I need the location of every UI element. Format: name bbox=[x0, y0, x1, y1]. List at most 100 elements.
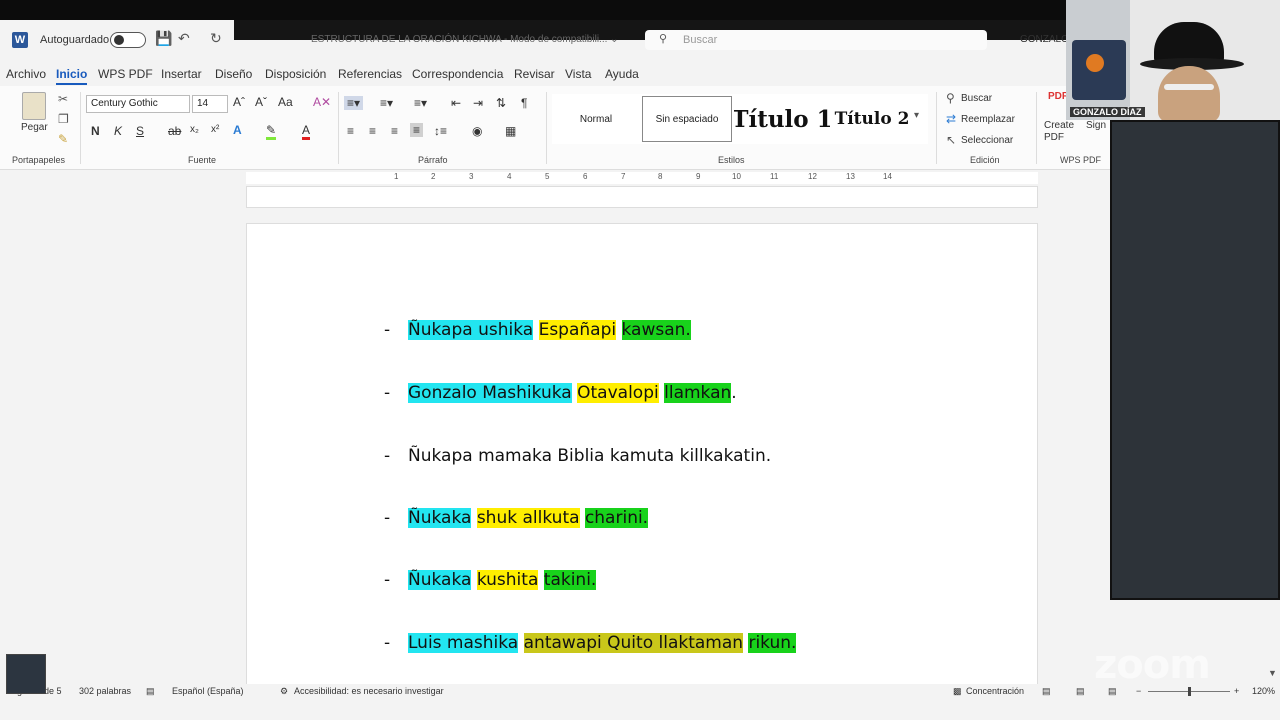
tab-archivo[interactable]: Archivo bbox=[6, 67, 46, 81]
clear-format-icon[interactable]: A✕ bbox=[313, 95, 331, 109]
tab-wps-pdf[interactable]: WPS PDF bbox=[98, 67, 153, 81]
replace-icon[interactable]: ⇄ bbox=[946, 112, 956, 126]
cut-icon[interactable]: ✂ bbox=[58, 92, 68, 106]
zoom-camera-tile[interactable]: GONZALO DÍAZ bbox=[1066, 0, 1280, 120]
vertical-ruler[interactable] bbox=[4, 186, 16, 684]
styles-scroll-icon[interactable]: ▾ bbox=[914, 110, 919, 121]
style-titulo-2[interactable]: Título 2 bbox=[832, 96, 912, 142]
bullet-text[interactable]: Ñukaka shuk allkuta charini. bbox=[408, 508, 649, 528]
create-pdf-button[interactable]: Create PDF bbox=[1044, 120, 1078, 144]
tab-referencias[interactable]: Referencias bbox=[338, 67, 402, 81]
style-normal[interactable]: Normal bbox=[552, 96, 640, 142]
select-icon[interactable]: ↖ bbox=[946, 133, 956, 147]
text-segment: Españapi bbox=[538, 320, 617, 340]
underline-button[interactable]: S bbox=[136, 124, 144, 138]
read-mode-icon[interactable]: ▤ bbox=[1042, 686, 1051, 697]
save-icon[interactable]: 💾 bbox=[155, 30, 172, 47]
grow-font-icon[interactable]: Aˆ bbox=[233, 95, 245, 109]
accessibility-status[interactable]: Accesibilidad: es necesario investigar bbox=[294, 686, 444, 696]
tab-insertar[interactable]: Insertar bbox=[161, 67, 202, 81]
tab-inicio[interactable]: Inicio bbox=[56, 67, 88, 85]
ribbon: Pegar ✂ ❐ ✎ Portapapeles Century Gothic … bbox=[0, 86, 1110, 170]
bullet-text[interactable]: Ñukaka kushita takini. bbox=[408, 570, 597, 590]
zoom-video-panel[interactable] bbox=[1110, 120, 1280, 600]
accessibility-icon[interactable]: ⚙ bbox=[280, 686, 288, 697]
replace-button[interactable]: Reemplazar bbox=[961, 114, 1015, 125]
font-color-icon[interactable]: A bbox=[302, 123, 311, 140]
pdf-icon[interactable]: PDF bbox=[1048, 91, 1068, 102]
zoom-in-icon[interactable]: + bbox=[1234, 686, 1239, 696]
shrink-font-icon[interactable]: Aˇ bbox=[255, 95, 267, 109]
sort-icon[interactable]: ⇅ bbox=[496, 96, 506, 110]
document-area[interactable]: - Ñukapa ushika Españapi kawsan. - Gonzalo … bbox=[0, 186, 1110, 693]
text-effects-icon[interactable]: A bbox=[233, 123, 242, 137]
tab-vista[interactable]: Vista bbox=[565, 67, 591, 81]
bold-button[interactable]: N bbox=[91, 124, 100, 138]
previous-page-bottom[interactable] bbox=[246, 186, 1038, 208]
separator bbox=[1036, 92, 1037, 164]
document-title: ESTRUCTURA DE LA ORACIÓN KICHWA - Modo d… bbox=[311, 34, 619, 45]
select-button[interactable]: Seleccionar bbox=[961, 135, 1013, 146]
style-titulo-1[interactable]: Título 1 bbox=[734, 96, 830, 142]
bullet-text[interactable]: Gonzalo Mashikuka Otavalopi llamkan. bbox=[408, 383, 737, 403]
zoom-slider-thumb[interactable] bbox=[1188, 687, 1191, 696]
align-center-icon[interactable]: ≡ bbox=[369, 124, 376, 138]
document-page[interactable]: - Ñukapa ushika Españapi kawsan. - Gonzalo … bbox=[246, 223, 1038, 693]
borders-icon[interactable]: ▦ bbox=[505, 124, 516, 138]
search-box[interactable]: ⚲ Buscar bbox=[645, 30, 987, 50]
sign-button[interactable]: Sign bbox=[1086, 120, 1106, 131]
copy-icon[interactable]: ❐ bbox=[58, 112, 69, 126]
redo-icon[interactable]: ↻ bbox=[210, 30, 222, 47]
language[interactable]: Español (España) bbox=[172, 686, 244, 696]
bullet-text[interactable]: Luis mashika antawapi Quito llaktaman ri… bbox=[408, 633, 797, 653]
undo-icon[interactable]: ↶ bbox=[178, 30, 190, 47]
group-label-edicion: Edición bbox=[970, 155, 1000, 165]
paste-icon[interactable] bbox=[22, 92, 46, 120]
superscript-icon[interactable]: x² bbox=[211, 124, 219, 135]
strikethrough-icon[interactable]: ab bbox=[168, 124, 181, 138]
focus-icon[interactable]: ▩ bbox=[953, 686, 962, 697]
word-count[interactable]: 302 palabras bbox=[79, 686, 131, 696]
font-name-select[interactable]: Century Gothic bbox=[86, 95, 190, 113]
tab-ayuda[interactable]: Ayuda bbox=[605, 67, 639, 81]
numbering-icon[interactable]: ≡▾ bbox=[380, 96, 393, 110]
bullet-text[interactable]: Ñukapa ushika Españapi kawsan. bbox=[408, 320, 691, 340]
print-layout-icon[interactable]: ▤ bbox=[1076, 686, 1085, 697]
user-name[interactable]: GONZALO bbox=[1020, 34, 1069, 45]
show-marks-icon[interactable]: ¶ bbox=[521, 96, 527, 110]
multilevel-list-icon[interactable]: ≡▾ bbox=[414, 96, 427, 110]
increase-indent-icon[interactable]: ⇥ bbox=[473, 96, 483, 110]
bullets-icon[interactable]: ≡▾ bbox=[344, 96, 364, 110]
tab-disposicion[interactable]: Disposición bbox=[265, 67, 326, 81]
focus-mode[interactable]: Concentración bbox=[966, 686, 1024, 696]
scroll-down-icon[interactable]: ▼ bbox=[1268, 668, 1277, 678]
italic-button[interactable]: K bbox=[114, 124, 122, 138]
tab-revisar[interactable]: Revisar bbox=[514, 67, 555, 81]
subscript-icon[interactable]: x₂ bbox=[190, 124, 199, 135]
bullet-text[interactable]: Ñukapa mamaka Biblia kamuta killkakatin. bbox=[408, 446, 771, 466]
style-sin-espaciado[interactable]: Sin espaciado bbox=[642, 96, 732, 142]
align-left-icon[interactable]: ≡ bbox=[347, 124, 354, 138]
glasses-shape bbox=[1164, 84, 1214, 90]
zoom-level[interactable]: 120% bbox=[1252, 686, 1275, 696]
participant-thumbnail[interactable] bbox=[6, 654, 46, 694]
tab-diseno[interactable]: Diseño bbox=[215, 67, 252, 81]
highlight-color-icon[interactable]: ✎ bbox=[266, 123, 277, 140]
paste-label[interactable]: Pegar bbox=[21, 122, 48, 133]
align-right-icon[interactable]: ≡ bbox=[391, 124, 398, 138]
format-painter-icon[interactable]: ✎ bbox=[58, 132, 68, 146]
change-case-icon[interactable]: Aa bbox=[278, 95, 293, 109]
ruler-number: 8 bbox=[658, 172, 663, 181]
justify-icon[interactable]: ≡ bbox=[410, 123, 424, 137]
search-icon[interactable]: ⚲ bbox=[946, 91, 955, 105]
font-size-select[interactable]: 14 bbox=[192, 95, 228, 113]
find-button[interactable]: Buscar bbox=[961, 93, 992, 104]
shading-icon[interactable]: ◉ bbox=[472, 124, 482, 138]
horizontal-ruler[interactable]: 1 2 3 4 5 6 7 8 9 10 11 12 13 14 bbox=[0, 170, 1110, 186]
line-spacing-icon[interactable]: ↕≡ bbox=[434, 124, 447, 138]
autosave-toggle[interactable] bbox=[110, 32, 146, 48]
proofing-icon[interactable]: ▤ bbox=[146, 686, 155, 697]
tab-correspondencia[interactable]: Correspondencia bbox=[412, 67, 503, 81]
decrease-indent-icon[interactable]: ⇤ bbox=[451, 96, 461, 110]
ruler-number: 14 bbox=[883, 172, 892, 181]
